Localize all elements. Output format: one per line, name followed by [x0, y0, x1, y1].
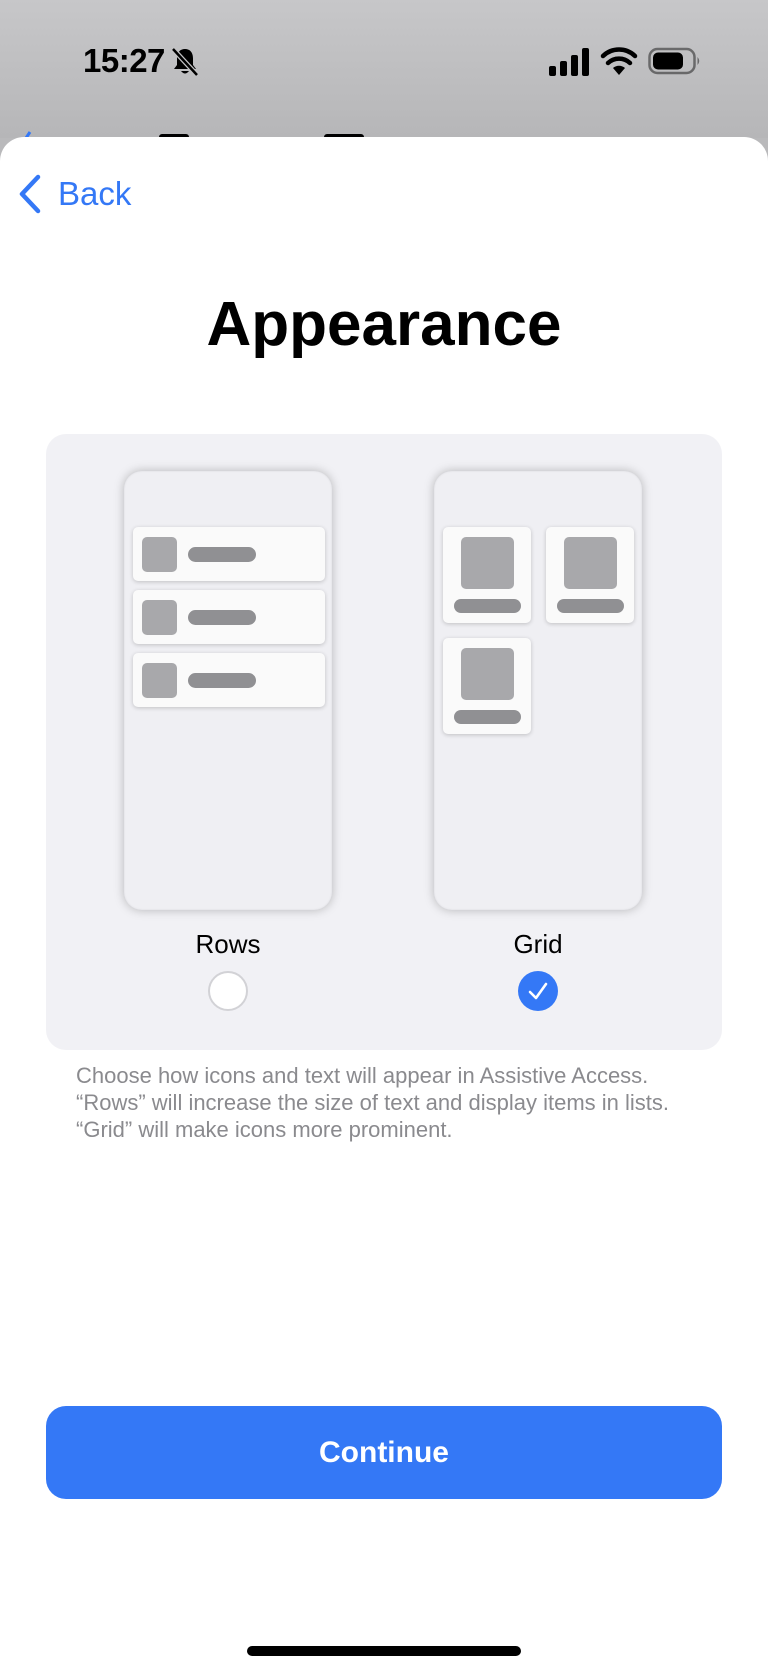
rows-radio-button[interactable]	[208, 971, 248, 1011]
battery-icon	[648, 47, 700, 75]
modal-sheet: Back Appearance Rows Grid Choose how ico…	[0, 137, 768, 1670]
preview-text-placeholder	[557, 599, 624, 613]
bell-slash-icon	[171, 47, 199, 77]
home-indicator[interactable]	[247, 1646, 521, 1656]
grid-preview-phone[interactable]	[434, 471, 642, 910]
preview-grid-tile	[546, 527, 634, 623]
wifi-icon	[600, 47, 638, 75]
continue-button[interactable]: Continue	[46, 1406, 722, 1499]
grid-radio-button[interactable]	[518, 971, 558, 1011]
preview-text-placeholder	[454, 599, 521, 613]
back-button[interactable]: Back	[16, 173, 131, 215]
preview-icon-placeholder	[564, 537, 617, 589]
grid-option-label: Grid	[513, 929, 563, 959]
preview-grid-tile	[443, 638, 531, 734]
page-title: Appearance	[206, 290, 562, 359]
preview-grid-tile	[443, 527, 531, 623]
cellular-signal-icon	[549, 48, 589, 76]
appearance-description: Choose how icons and text will appear in…	[76, 1063, 669, 1142]
status-time: 15:27	[83, 42, 165, 79]
status-bar: 15:27	[0, 0, 768, 138]
preview-row-item	[133, 653, 325, 707]
preview-icon-placeholder	[142, 663, 177, 698]
preview-text-placeholder	[188, 673, 256, 688]
appearance-options-card: Rows Grid	[46, 434, 722, 1050]
preview-text-placeholder	[188, 547, 256, 562]
back-label: Back	[58, 175, 132, 212]
rows-option-label: Rows	[195, 929, 261, 959]
preview-icon-placeholder	[461, 537, 514, 589]
checkmark-icon	[528, 982, 548, 1000]
preview-icon-placeholder	[142, 600, 177, 635]
preview-row-item	[133, 590, 325, 644]
rows-preview-phone[interactable]	[124, 471, 332, 910]
preview-row-item	[133, 527, 325, 581]
preview-icon-placeholder	[461, 648, 514, 700]
preview-icon-placeholder	[142, 537, 177, 572]
chevron-left-icon	[19, 174, 41, 214]
preview-text-placeholder	[454, 710, 521, 724]
preview-text-placeholder	[188, 610, 256, 625]
